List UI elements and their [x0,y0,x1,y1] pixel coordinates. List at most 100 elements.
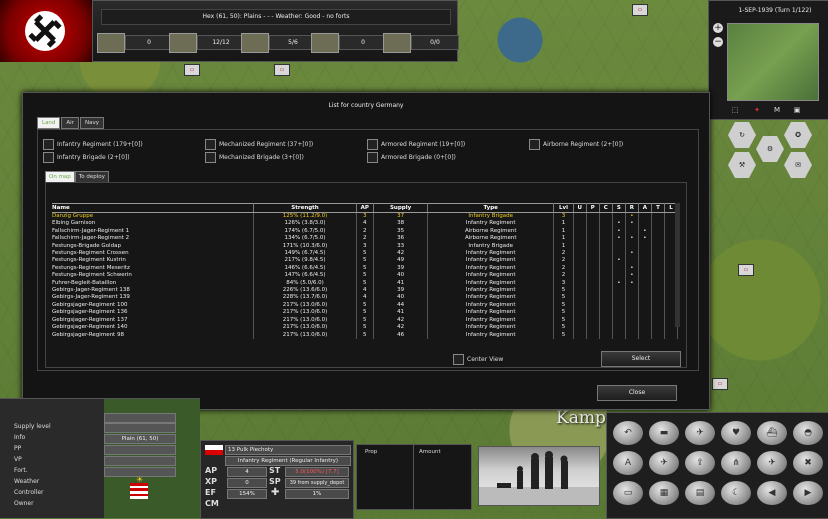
strength-cell: 228% (13.7/6.0) [253,294,357,302]
map-mode-button[interactable]: M [771,105,783,115]
undo-icon[interactable]: ↶ [613,421,643,445]
select-button[interactable]: Select [601,351,681,367]
flag-cell [625,242,639,251]
center-view-checkbox[interactable]: Center View [453,354,503,365]
zoom-in-button[interactable]: + [713,23,723,33]
railway-icon[interactable] [383,33,411,53]
tab-air[interactable]: Air [61,117,79,129]
flag-cell [599,227,613,236]
filter-infantry-brigade[interactable]: Infantry Brigade (2+[0]) [43,152,130,163]
sleep-icon[interactable]: ☾ [721,481,751,505]
diplomacy-icon[interactable]: ✉ [784,152,812,178]
col-ap[interactable]: AP [356,203,374,213]
unit-marker[interactable]: ▭ [712,378,728,390]
tab-navy[interactable]: Navy [79,117,104,129]
settings-gear-icon[interactable]: ⚙ [756,136,784,162]
table-row[interactable]: Fallschirm-Jager-Regiment 2 134% (6.7/5.0… [52,235,679,243]
col-c[interactable]: C [599,203,613,213]
land-units-icon[interactable] [97,33,125,53]
tank-icon[interactable] [169,33,197,53]
upgrade-icon[interactable]: ⇪ [685,451,715,475]
table-row[interactable]: Fallschirm-Jager-Regiment 1 174% (6.7/5.0… [52,227,679,236]
table-row[interactable]: Gebirgs-Jager-Regiment 139 228% (13.7/6.0… [52,294,679,302]
split-icon[interactable]: ⋔ [721,451,751,475]
label-pp: PP [14,445,22,452]
heart-icon[interactable]: ♥ [721,421,751,445]
flag-cell: • [625,220,639,228]
close-button[interactable]: Close [597,385,677,401]
col-a[interactable]: A [638,203,652,213]
airborne-icon[interactable]: ✈ [757,451,787,475]
table-row[interactable]: Gebirgsjager-Regiment 136 217% (13.0/6.0)… [52,309,679,317]
flag-cell [586,272,600,280]
tank-icon[interactable]: ▬ [649,421,679,445]
col-u[interactable]: U [573,203,587,213]
next-unit-icon[interactable]: ▶ [793,481,823,505]
flag-cell [573,309,587,317]
table-row[interactable]: Festungs-Regiment Crossen 149% (6.7/4.5) 5… [52,250,679,258]
flag-cell [638,316,652,325]
table-row[interactable]: Gebirgsjager-Regiment 98 217% (13.0/6.0) 5… [52,331,679,339]
table-row[interactable]: Festungs-Regiment Schwerin 147% (6.6/4.5)… [52,272,679,280]
rail-icon[interactable]: ▭ [613,481,643,505]
research-icon[interactable]: ✪ [784,122,812,148]
col-strength[interactable]: Strength [253,203,357,213]
table-row[interactable]: Fuhrer-Begleit-Bataillon 84% (5.0/6.0) 5 41… [52,279,679,288]
helmet-icon[interactable]: ◓ [793,421,823,445]
artillery-icon[interactable]: A [613,451,643,475]
disband-icon[interactable]: ✖ [793,451,823,475]
fortify-icon[interactable]: ▤ [685,481,715,505]
soldiers-photo-icon [479,451,599,505]
filter-armored-regiment[interactable]: Armored Regiment (19+[0]) [367,139,465,150]
options-icon[interactable]: ▣ [791,105,803,115]
table-row[interactable]: Gebirgsjager-Regiment 137 217% (13.0/6.0)… [52,316,679,325]
col-supply[interactable]: Supply [373,203,429,213]
select-area-icon[interactable]: ⬚ [729,105,741,115]
country-flag[interactable] [0,0,92,62]
ship-icon[interactable] [311,33,339,53]
minimap[interactable] [727,23,819,101]
unit-marker[interactable]: ▭ [184,64,200,76]
zoom-out-button[interactable]: − [713,37,723,47]
tab-land[interactable]: Land [37,117,61,129]
army-icon[interactable]: ✦ [751,105,763,115]
col-s[interactable]: S [612,203,626,213]
unit-marker[interactable]: ▭ [274,64,290,76]
table-row[interactable]: Festungs-Regiment Meseritz 146% (6.6/4.5)… [52,264,679,273]
filter-airborne-regiment[interactable]: Airborne Regiment (2+[0]) [529,139,623,150]
table-row[interactable]: Elbing Garnison 126% (3.8/3.0) 4 38 Infantry… [52,220,679,228]
filter-mechanized-regiment[interactable]: Mechanized Regiment (37+[0]) [205,139,313,150]
filter-armored-brigade[interactable]: Armored Brigade (0+[0]) [367,152,456,163]
table-row[interactable]: Festungs-Regiment Kustrin 217% (9.8/4.5) 5… [52,257,679,265]
cycle-unit-icon[interactable]: ↻ [728,122,756,148]
table-row[interactable]: Gebirgsjager-Regiment 100 217% (13.0/6.0)… [52,301,679,310]
col-t[interactable]: T [651,203,665,213]
col-lvl[interactable]: Lvl [553,203,574,213]
table-row[interactable]: Gebirgs-Jager-Regiment 138 226% (13.6/6.0… [52,287,679,295]
col-p[interactable]: P [586,203,600,213]
fort-icon[interactable] [241,33,269,53]
table-row[interactable]: Danzig Gruppe 125% (11.2/9.0) 3 37 Infantry … [52,212,679,221]
prev-unit-icon[interactable]: ◀ [757,481,787,505]
ap-cell: 5 [356,301,374,310]
truck-icon[interactable]: ▦ [649,481,679,505]
ship-icon[interactable]: ⛴ [757,421,787,445]
col-r[interactable]: R [625,203,639,213]
col-name[interactable]: Name [52,203,255,213]
flag-cell [625,227,639,236]
plane-icon[interactable]: ✈ [685,421,715,445]
filter-infantry-regiment[interactable]: Infantry Regiment (179+[0]) [43,139,143,150]
table-row[interactable]: Gebirgsjager-Regiment 140 217% (13.0/6.0)… [52,324,679,332]
flag-cell [651,324,665,332]
filter-mechanized-brigade[interactable]: Mechanized Brigade (3+[0]) [205,152,304,163]
list-scrollbar[interactable] [675,203,680,327]
bomber-icon[interactable]: ✈ [649,451,679,475]
col-type[interactable]: Type [427,203,555,213]
label-controller: Controller [14,489,44,496]
table-row[interactable]: Festungs-Brigade Goldap 171% (10.3/6.0) 3 3… [52,242,679,251]
entrenchment-value: 1% [285,489,349,499]
production-icon[interactable]: ⚒ [728,152,756,178]
unit-marker[interactable]: ▭ [632,4,648,16]
unit-marker[interactable]: ▭ [738,264,754,276]
unit-list-dialog: List for country Germany Land Air Navy Inf… [22,92,710,410]
